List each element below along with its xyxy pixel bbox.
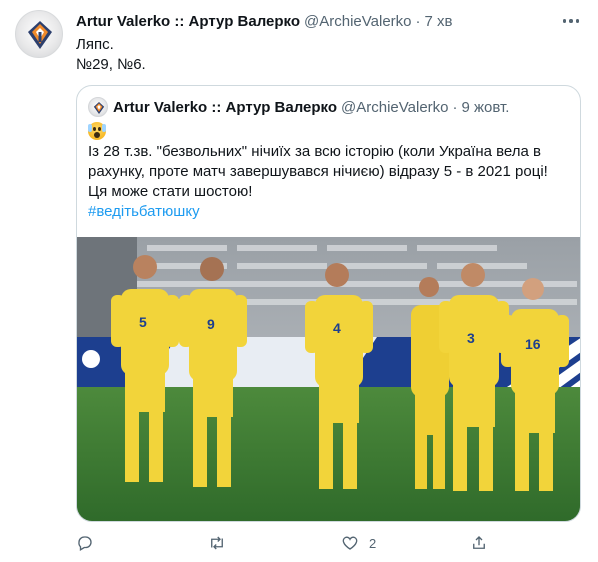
separator-dot: · [452, 98, 458, 116]
quoted-tweet-timestamp[interactable]: 9 жовт. [462, 99, 510, 116]
hashtag-link[interactable]: #ведітьбатюшку [88, 203, 200, 220]
reply-button[interactable] [76, 530, 104, 556]
quoted-tweet[interactable]: Artur Valerko :: Артур Валерко @ArchieVa… [76, 85, 581, 522]
separator-dot: · [415, 12, 421, 30]
quoted-author-avatar[interactable] [88, 97, 108, 117]
jersey-number: 9 [207, 316, 215, 332]
share-button[interactable] [470, 530, 498, 556]
like-count: 2 [369, 535, 377, 551]
quoted-text-line: рахунку, проте матч завершувався нічиєю)… [88, 163, 548, 180]
jersey-number: 4 [333, 320, 341, 336]
quoted-text-line: Ця може стати шостою! [88, 183, 253, 200]
quoted-tweet-header: Artur Valerko :: Артур Валерко @ArchieVa… [113, 97, 509, 117]
jersey-number: 5 [139, 314, 147, 330]
more-horizontal-icon[interactable] [556, 8, 586, 34]
quoted-tweet-text: Із 28 т.зв. "безвольних" нічиїх за всю і… [88, 122, 573, 222]
brand-logo-icon [28, 21, 52, 49]
retweet-button[interactable] [207, 530, 237, 556]
jersey-number: 3 [467, 330, 475, 346]
author-handle[interactable]: @ArchieValerko [304, 13, 412, 30]
heart-icon [342, 536, 358, 550]
quoted-author-name[interactable]: Artur Valerko :: Артур Валерко [113, 99, 337, 116]
like-button[interactable]: 2 [341, 530, 376, 556]
share-icon [473, 536, 485, 549]
author-avatar[interactable] [15, 10, 63, 58]
author-name[interactable]: Artur Valerko :: Артур Валерко [76, 13, 300, 30]
tweet-header: Artur Valerko :: Артур Валерко @ArchieVa… [76, 11, 453, 31]
tweet-text-line: Ляпс. [76, 36, 114, 53]
scream-emoji-icon [88, 122, 106, 140]
tweet-text-line: №29, №6. [76, 56, 146, 73]
reply-icon [78, 536, 92, 551]
retweet-icon [211, 536, 223, 550]
football-team-photo[interactable]: 5 9 4 3 16 [77, 237, 580, 521]
brand-logo-icon [93, 102, 105, 114]
tweet[interactable]: Artur Valerko :: Артур Валерко @ArchieVa… [0, 0, 598, 562]
tweet-actions: 2 [76, 530, 581, 556]
quoted-author-handle[interactable]: @ArchieValerko [341, 99, 449, 116]
quoted-text-line: Із 28 т.зв. "безвольних" нічиїх за всю і… [88, 143, 541, 160]
jersey-number: 16 [525, 336, 541, 352]
tweet-timestamp[interactable]: 7 хв [425, 13, 453, 30]
tweet-text: Ляпс. №29, №6. [76, 35, 146, 75]
